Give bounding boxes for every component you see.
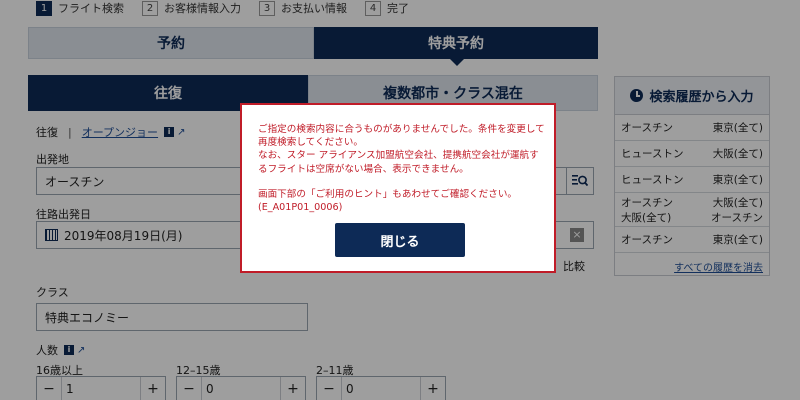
error-line-1: ご指定の検索内容に合うものがありませんでした。条件を変更して再度検索してください… [258,124,545,149]
error-code: (E_A01P01_0006) [258,202,343,214]
error-line-3: 画面下部の「ご利用のヒント」もあわせてご確認ください。 [258,188,518,200]
error-dialog: ご指定の検索内容に合うものがありませんでした。条件を変更して再度検索してください… [240,103,556,273]
close-button-label: 閉じる [380,234,420,250]
error-line-2: なお、スター アライアンス加盟航空会社、提携航空会社が運航するフライトは空席がな… [258,150,539,175]
close-button[interactable]: 閉じる [335,223,465,257]
error-message: ご指定の検索内容に合うものがありませんでした。条件を変更して再度検索してください… [258,123,548,214]
